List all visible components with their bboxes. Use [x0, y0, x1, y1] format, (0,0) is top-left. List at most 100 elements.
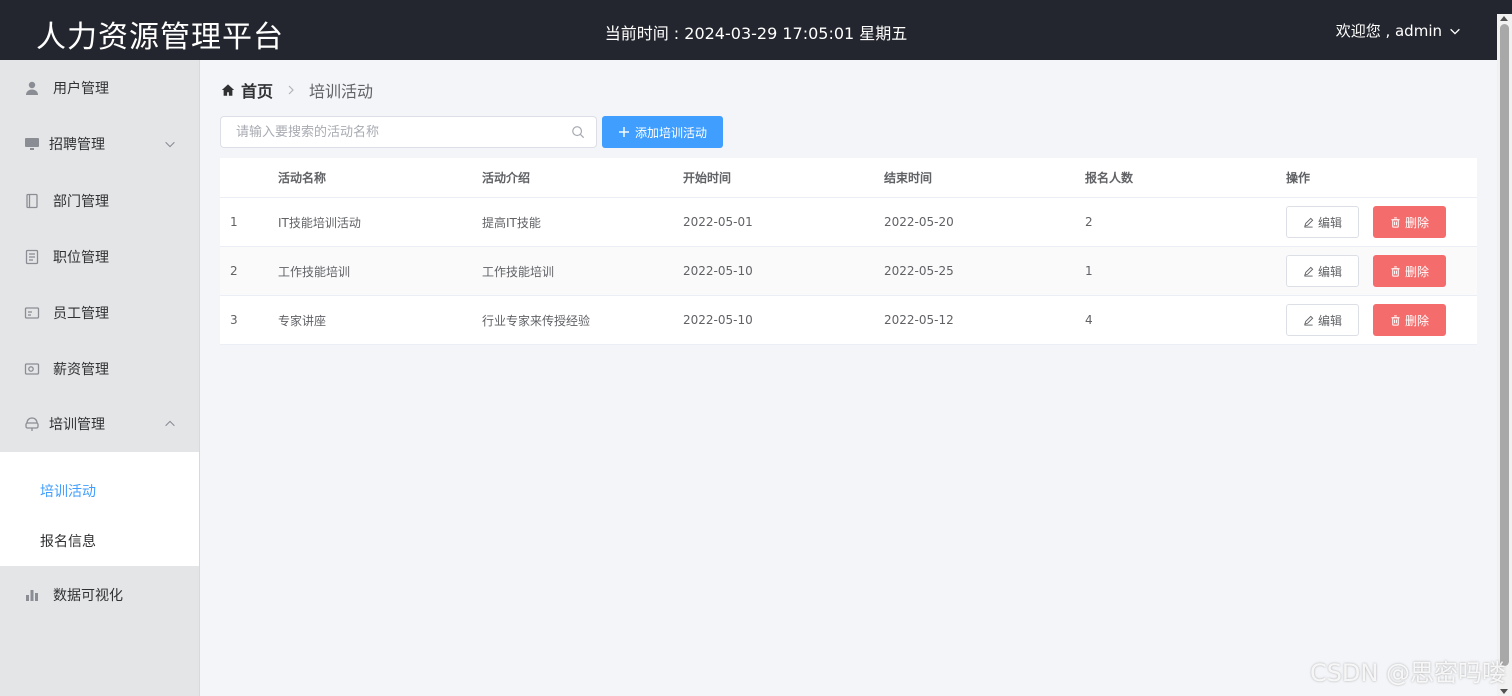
- pencil-icon: [1304, 217, 1314, 228]
- end-time: 2022-05-20: [884, 215, 954, 229]
- sidebar-item-recruitment[interactable]: 招聘管理: [0, 116, 199, 172]
- app-title: 人力资源管理平台: [36, 20, 284, 55]
- sidebar-item-label: 数据可视化: [53, 588, 123, 604]
- top-header: 人力资源管理平台 当前时间 : 2024-03-29 17:05:01 星期五 …: [0, 0, 1512, 60]
- breadcrumb-home-label: 首页: [241, 82, 274, 101]
- breadcrumb: 首页 培训活动: [221, 78, 373, 102]
- registration-count: 2: [1085, 215, 1093, 229]
- add-training-activity-button[interactable]: 添加培训活动: [602, 116, 723, 148]
- watermark: CSDN @思密吗喽: [1309, 659, 1506, 687]
- search-input[interactable]: [221, 117, 596, 147]
- bar-chart-icon: [23, 586, 41, 604]
- add-button-label: 添加培训活动: [634, 125, 707, 140]
- sidebar-item-label: 职位管理: [53, 250, 109, 266]
- sidebar-item-salary[interactable]: 薪资管理: [0, 341, 199, 397]
- edit-label: 编辑: [1317, 215, 1342, 230]
- sidebar-item-data-visualization[interactable]: 数据可视化: [0, 567, 199, 623]
- training-activity-table: 活动名称 活动介绍 开始时间 结束时间 报名人数 操作 1 IT技能培训活动 提…: [220, 158, 1477, 345]
- registration-count: 4: [1085, 313, 1093, 327]
- column-header-actions: 操作: [1286, 171, 1311, 185]
- sidebar-item-label: 招聘管理: [49, 137, 105, 153]
- pencil-icon: [1304, 266, 1314, 277]
- document-icon: [23, 248, 41, 266]
- page-scrollbar[interactable]: [1497, 14, 1512, 696]
- delete-button[interactable]: 删除: [1373, 304, 1446, 336]
- search-icon[interactable]: [571, 125, 585, 139]
- chevron-down-icon: [165, 141, 175, 148]
- monitor-icon: [23, 135, 41, 153]
- delete-label: 删除: [1404, 264, 1429, 279]
- user-icon: [23, 79, 41, 97]
- scrollbar-thumb[interactable]: [1500, 24, 1509, 666]
- delete-button[interactable]: 删除: [1373, 206, 1446, 238]
- sidebar: 用户管理 招聘管理 部门管理 职位管理 员工管理 薪资管理 培训管理 培训活动 …: [0, 60, 200, 696]
- wallet-icon: [23, 360, 41, 378]
- activity-intro: 工作技能培训: [482, 264, 555, 279]
- row-index: 1: [230, 215, 238, 229]
- submenu-item-training-activities[interactable]: 培训活动: [0, 466, 199, 516]
- search-box: [220, 116, 597, 148]
- row-index: 3: [230, 313, 238, 327]
- submenu-item-registration-info[interactable]: 报名信息: [0, 516, 199, 566]
- chevron-right-icon: [285, 84, 297, 96]
- training-submenu: 培训活动 报名信息: [0, 452, 199, 566]
- activity-name: 工作技能培训: [278, 264, 351, 279]
- breadcrumb-home[interactable]: 首页: [221, 78, 273, 102]
- table-row: 1 IT技能培训活动 提高IT技能 2022-05-01 2022-05-20 …: [220, 198, 1477, 247]
- sidebar-item-label: 培训管理: [49, 417, 105, 433]
- trash-icon: [1391, 216, 1400, 228]
- delete-button[interactable]: 删除: [1373, 255, 1446, 287]
- trash-icon: [1391, 265, 1400, 277]
- user-menu[interactable]: 欢迎您 , admin: [1336, 20, 1462, 41]
- column-header-start: 开始时间: [683, 171, 732, 185]
- plus-icon: [618, 127, 629, 137]
- table-header: 活动名称 活动介绍 开始时间 结束时间 报名人数 操作: [220, 158, 1477, 198]
- activity-intro: 行业专家来传授经验: [482, 313, 591, 328]
- end-time: 2022-05-12: [884, 313, 954, 327]
- column-header-name: 活动名称: [278, 171, 327, 185]
- breadcrumb-current: 培训活动: [309, 82, 374, 101]
- sidebar-item-user-management[interactable]: 用户管理: [0, 60, 199, 116]
- sidebar-item-employee[interactable]: 员工管理: [0, 285, 199, 341]
- training-icon: [23, 415, 41, 433]
- start-time: 2022-05-10: [683, 264, 753, 278]
- sidebar-item-department[interactable]: 部门管理: [0, 173, 199, 229]
- activity-name: 专家讲座: [278, 313, 327, 328]
- notebook-icon: [23, 192, 41, 210]
- id-card-icon: [23, 304, 41, 322]
- chevron-up-icon: [165, 420, 175, 427]
- sidebar-item-label: 员工管理: [53, 306, 109, 322]
- delete-label: 删除: [1404, 215, 1429, 230]
- edit-button[interactable]: 编辑: [1286, 206, 1359, 238]
- chevron-down-icon: [1450, 28, 1460, 35]
- edit-button[interactable]: 编辑: [1286, 255, 1359, 287]
- column-header-end: 结束时间: [884, 171, 933, 185]
- start-time: 2022-05-01: [683, 215, 753, 229]
- column-header-intro: 活动介绍: [482, 171, 531, 185]
- column-header-count: 报名人数: [1085, 171, 1134, 185]
- edit-label: 编辑: [1317, 313, 1342, 328]
- scroll-up-arrow-icon[interactable]: [1500, 16, 1508, 21]
- sidebar-item-label: 部门管理: [53, 194, 109, 210]
- edit-label: 编辑: [1317, 264, 1342, 279]
- pencil-icon: [1304, 315, 1314, 326]
- activity-intro: 提高IT技能: [482, 215, 541, 230]
- end-time: 2022-05-25: [884, 264, 954, 278]
- user-greeting: 欢迎您 , admin: [1335, 22, 1442, 40]
- trash-icon: [1391, 314, 1400, 326]
- table-row: 2 工作技能培训 工作技能培训 2022-05-10 2022-05-25 1 …: [220, 247, 1477, 296]
- activity-name: IT技能培训活动: [278, 215, 361, 230]
- registration-count: 1: [1085, 264, 1093, 278]
- scroll-down-arrow-icon[interactable]: [1500, 689, 1508, 694]
- delete-label: 删除: [1404, 313, 1429, 328]
- sidebar-item-label: 薪资管理: [53, 362, 109, 378]
- home-icon: [221, 84, 235, 96]
- start-time: 2022-05-10: [683, 313, 753, 327]
- sidebar-item-label: 用户管理: [53, 81, 109, 97]
- current-time: 当前时间 : 2024-03-29 17:05:01 星期五: [604, 24, 908, 43]
- edit-button[interactable]: 编辑: [1286, 304, 1359, 336]
- row-index: 2: [230, 264, 238, 278]
- sidebar-item-training[interactable]: 培训管理: [0, 396, 199, 452]
- sidebar-item-position[interactable]: 职位管理: [0, 229, 199, 285]
- table-row: 3 专家讲座 行业专家来传授经验 2022-05-10 2022-05-12 4…: [220, 296, 1477, 345]
